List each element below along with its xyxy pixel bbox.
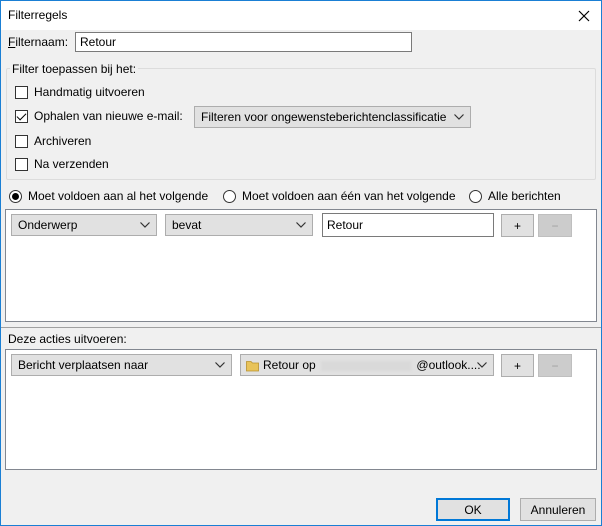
redacted-email: [321, 360, 412, 371]
actions-label: Deze acties uitvoeren:: [8, 332, 127, 346]
junk-filter-select[interactable]: Filteren voor ongewensteberichtenclassif…: [194, 106, 471, 128]
chevron-down-icon: [215, 362, 225, 368]
after-send-checkbox[interactable]: [15, 158, 28, 171]
manual-checkbox[interactable]: [15, 86, 28, 99]
fetch-new-checkbox-label[interactable]: Ophalen van nieuwe e-mail:: [34, 109, 183, 123]
junk-filter-select-value: Filteren voor ongewensteberichtenclassif…: [201, 110, 447, 124]
condition-value-input[interactable]: Retour: [322, 213, 494, 237]
condition-field-value: Onderwerp: [18, 218, 78, 232]
archive-checkbox[interactable]: [15, 135, 28, 148]
chevron-down-icon: [140, 222, 150, 228]
close-icon: [578, 10, 590, 21]
cancel-button[interactable]: Annuleren: [520, 498, 596, 521]
manual-checkbox-label[interactable]: Handmatig uitvoeren: [34, 85, 145, 99]
add-action-button[interactable]: +: [501, 354, 534, 377]
target-folder-select[interactable]: Retour op @outlook....: [240, 354, 494, 376]
filter-name-input[interactable]: Retour: [75, 32, 412, 52]
chevron-down-icon: [477, 362, 487, 368]
condition-operator-value: bevat: [172, 218, 202, 232]
fetch-new-checkbox[interactable]: [15, 110, 28, 123]
window-title: Filterregels: [8, 8, 68, 22]
ok-button[interactable]: OK: [436, 498, 510, 521]
condition-operator-select[interactable]: bevat: [165, 214, 313, 236]
match-every-label[interactable]: Alle berichten: [488, 189, 561, 203]
target-folder-suffix: @outlook....: [416, 358, 481, 372]
match-any-radio[interactable]: [223, 190, 236, 203]
match-every-radio[interactable]: [469, 190, 482, 203]
add-condition-button[interactable]: +: [501, 214, 534, 237]
after-send-checkbox-label[interactable]: Na verzenden: [34, 157, 109, 171]
action-type-value: Bericht verplaatsen naar: [18, 358, 149, 372]
match-all-radio[interactable]: [9, 190, 22, 203]
chevron-down-icon: [296, 222, 306, 228]
remove-action-button[interactable]: −: [538, 354, 572, 377]
apply-group-label: Filter toepassen bij het:: [10, 62, 139, 76]
target-folder-prefix: Retour op: [263, 358, 316, 372]
match-any-label[interactable]: Moet voldoen aan één van het volgende: [242, 189, 456, 203]
title-bar: [1, 1, 601, 30]
remove-condition-button[interactable]: −: [538, 214, 572, 237]
action-type-select[interactable]: Bericht verplaatsen naar: [11, 354, 232, 376]
archive-checkbox-label[interactable]: Archiveren: [34, 134, 91, 148]
match-all-label[interactable]: Moet voldoen aan al het volgende: [28, 189, 208, 203]
section-divider: [1, 327, 601, 328]
filter-name-label: Filternaam:: [8, 35, 69, 49]
folder-icon: [246, 361, 259, 372]
chevron-down-icon: [454, 114, 464, 120]
close-button[interactable]: [568, 1, 600, 30]
condition-field-select[interactable]: Onderwerp: [11, 214, 157, 236]
